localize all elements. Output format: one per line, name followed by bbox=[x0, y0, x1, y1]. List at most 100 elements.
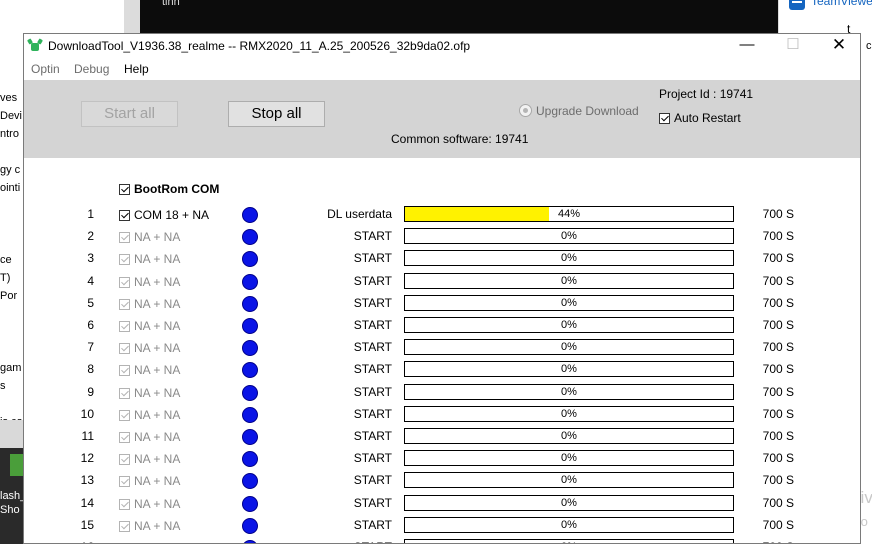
device-row: 2 NA + NA START 0% 700 S bbox=[24, 228, 860, 251]
row-status: START bbox=[353, 362, 392, 377]
upgrade-download-label: Upgrade Download bbox=[536, 104, 639, 118]
bootrom-com-label: BootRom COM bbox=[134, 182, 220, 196]
progress-bar: 0% bbox=[404, 228, 734, 245]
row-number: 7 bbox=[87, 340, 94, 355]
row-time: 700 S bbox=[762, 451, 794, 466]
progress-percent: 0% bbox=[561, 252, 577, 265]
row-status: START bbox=[353, 406, 392, 421]
checkbox-icon bbox=[119, 432, 130, 443]
status-indicator-icon bbox=[242, 429, 258, 445]
row-number: 6 bbox=[87, 318, 94, 332]
close-button[interactable]: ✕ bbox=[816, 34, 860, 58]
menu-debug[interactable]: Debug bbox=[74, 62, 109, 76]
minimize-button[interactable]: — bbox=[724, 34, 770, 58]
row-time: 700 S bbox=[762, 340, 794, 355]
checkbox-icon[interactable] bbox=[119, 210, 130, 221]
bg-text-fragment: Devi bbox=[0, 110, 23, 122]
row-status: START bbox=[353, 473, 392, 488]
progress-bar: 0% bbox=[404, 472, 734, 489]
upgrade-download-option[interactable]: Upgrade Download bbox=[519, 104, 639, 118]
title-bar[interactable]: DownloadTool_V1936.38_realme -- RMX2020_… bbox=[24, 34, 860, 58]
background-strip bbox=[124, 0, 140, 34]
checkbox-icon bbox=[119, 387, 130, 399]
device-row: 6 NA + NA START 0% 700 S bbox=[24, 317, 860, 340]
row-time: 700 S bbox=[754, 540, 794, 543]
device-row: 16NA + NASTART0%700 S bbox=[24, 539, 860, 543]
checkbox-icon bbox=[119, 321, 130, 332]
checkbox-icon bbox=[119, 298, 130, 310]
background-scrollbar bbox=[0, 420, 24, 450]
progress-bar: 0% bbox=[404, 339, 734, 356]
progress-bar: 0% bbox=[404, 494, 734, 511]
row-time: 700 S bbox=[762, 318, 794, 332]
progress-percent: 0% bbox=[561, 518, 577, 531]
progress-bar: 0% bbox=[404, 361, 734, 378]
background-right-window: c bbox=[862, 34, 872, 544]
progress-bar: 0% bbox=[404, 317, 734, 333]
row-status: DL userdata bbox=[327, 207, 392, 221]
auto-restart-option[interactable]: Auto Restart bbox=[659, 111, 741, 125]
row-number: 14 bbox=[80, 495, 94, 510]
checkbox-icon[interactable] bbox=[659, 113, 670, 124]
port-option: NA + NA bbox=[119, 297, 180, 311]
port-option: NA + NA bbox=[119, 230, 180, 244]
row-status: START bbox=[353, 295, 392, 310]
row-status: START bbox=[353, 429, 392, 443]
menu-optin[interactable]: Optin bbox=[31, 62, 60, 76]
menu-help[interactable]: Help bbox=[124, 62, 149, 76]
progress-percent: 44% bbox=[557, 208, 581, 220]
control-panel: Start all Stop all Upgrade Download Proj… bbox=[24, 80, 860, 158]
port-label: NA + NA bbox=[134, 230, 181, 245]
desktop-icon-label: Sho bbox=[0, 504, 20, 516]
stop-all-button[interactable]: Stop all bbox=[228, 101, 325, 127]
radio-icon[interactable] bbox=[519, 104, 532, 117]
device-row: 1 COM 18 + NA DL userdata 44% 700 S bbox=[24, 206, 860, 229]
progress-percent: 0% bbox=[561, 474, 577, 487]
row-time: 700 S bbox=[762, 406, 794, 421]
row-status: START bbox=[284, 540, 392, 543]
background-terminal: tinh bbox=[140, 0, 778, 34]
download-tool-window: DownloadTool_V1936.38_realme -- RMX2020_… bbox=[23, 33, 861, 544]
progress-percent: 0% bbox=[405, 540, 733, 543]
auto-restart-label: Auto Restart bbox=[674, 111, 741, 125]
row-status: START bbox=[353, 517, 392, 532]
progress-bar: 0% bbox=[404, 405, 734, 422]
port-label: NA + NA bbox=[134, 474, 181, 489]
progress-bar: 0% bbox=[404, 272, 734, 289]
port-option: NA + NA bbox=[119, 519, 180, 533]
row-time: 700 S bbox=[762, 384, 794, 399]
row-number: 5 bbox=[87, 295, 94, 310]
bg-text-fragment: gam bbox=[0, 362, 22, 374]
port-option: NA + NA bbox=[119, 430, 180, 444]
port-option: NA + NA bbox=[119, 319, 180, 333]
progress-percent: 0% bbox=[561, 430, 577, 442]
row-number: 9 bbox=[87, 384, 94, 399]
row-time: 700 S bbox=[762, 295, 794, 310]
row-time: 700 S bbox=[762, 229, 794, 244]
maximize-button[interactable]: ☐ bbox=[770, 34, 816, 58]
progress-percent: 0% bbox=[561, 319, 577, 331]
row-number: 12 bbox=[80, 451, 94, 466]
device-row: 14 NA + NA START 0% 700 S bbox=[24, 494, 860, 518]
project-id: Project Id : 19741 bbox=[659, 87, 754, 101]
port-option[interactable]: COM 18 + NA bbox=[119, 208, 209, 222]
bg-text-fragment: s bbox=[0, 380, 6, 392]
bootrom-com-option[interactable]: BootRom COM bbox=[119, 182, 219, 196]
row-number: 16 bbox=[72, 540, 94, 543]
port-label: NA + NA bbox=[134, 496, 181, 511]
row-time: 700 S bbox=[762, 362, 794, 377]
row-number: 3 bbox=[87, 251, 94, 266]
progress-percent: 0% bbox=[561, 230, 577, 243]
checkbox-icon[interactable] bbox=[119, 184, 130, 195]
teamviewer-icon bbox=[789, 0, 805, 10]
progress-percent: 0% bbox=[561, 407, 577, 420]
row-number: 2 bbox=[87, 229, 94, 244]
start-all-button[interactable]: Start all bbox=[81, 101, 178, 127]
status-indicator-icon bbox=[242, 495, 258, 512]
progress-bar: 0% bbox=[404, 250, 734, 267]
row-time: 700 S bbox=[762, 473, 794, 488]
app-logo-icon bbox=[27, 38, 43, 51]
device-row: 4 NA + NA START 0% 700 S bbox=[24, 272, 860, 296]
port-option: NA + NA bbox=[119, 497, 180, 511]
port-option: NA + NA bbox=[119, 275, 180, 289]
